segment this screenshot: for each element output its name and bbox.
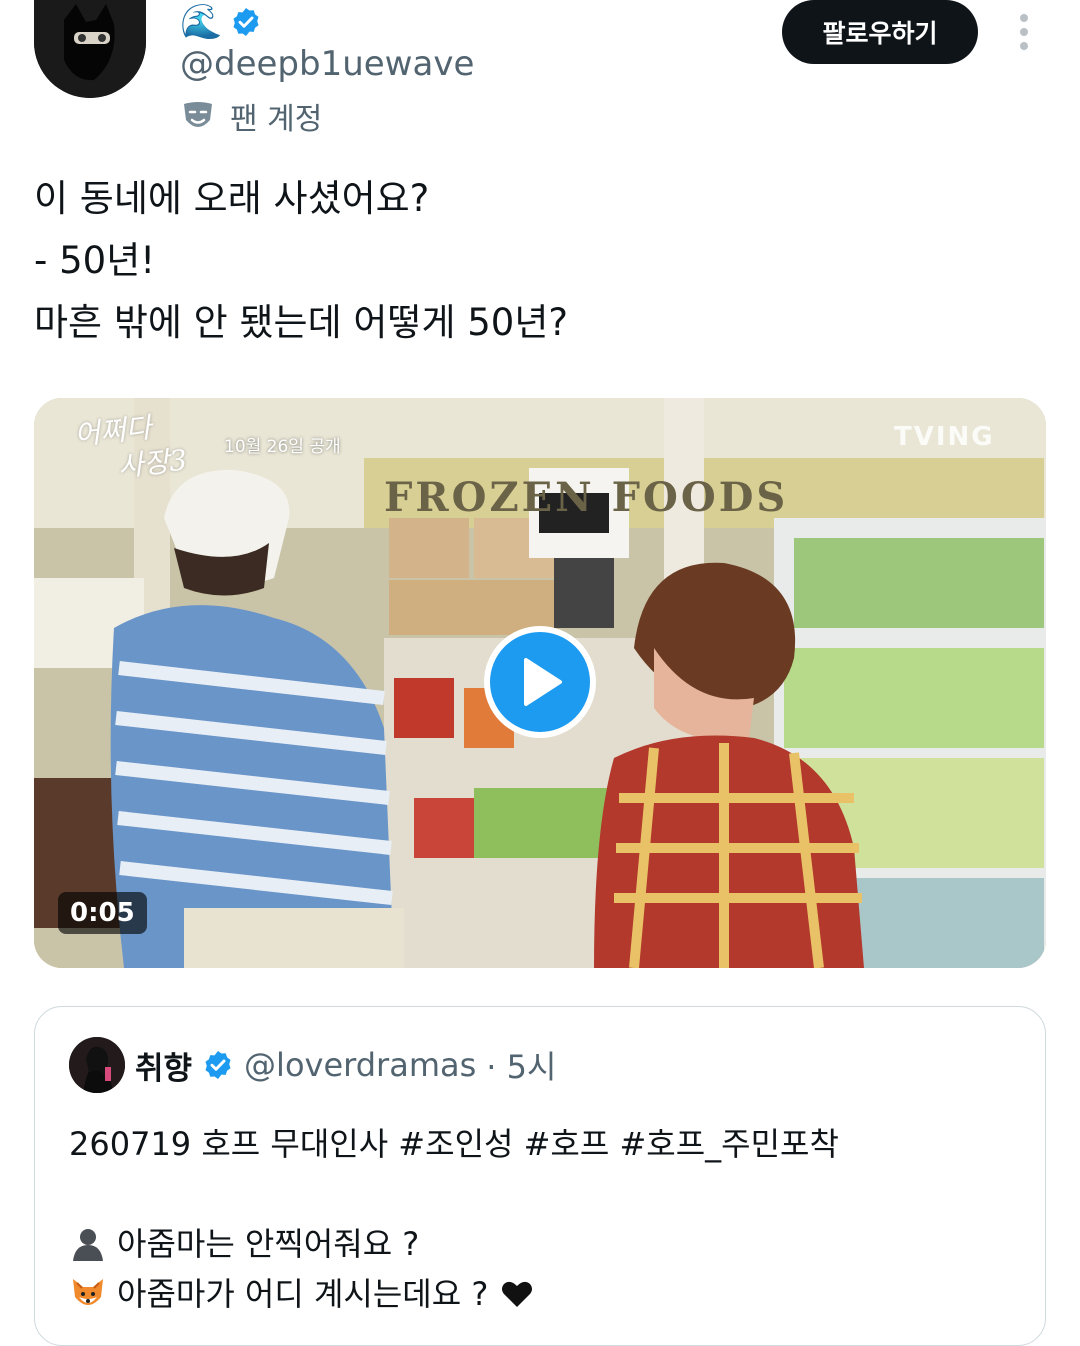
- quoted-line-text: 아줌마는 안찍어줘요 ?: [117, 1225, 420, 1263]
- quoted-line: 260719 호프 무대인사 #조인성 #호프 #호프_주민포착: [69, 1119, 1019, 1169]
- video-duration: 0:05: [58, 892, 147, 934]
- quoted-author-name[interactable]: 취향: [135, 1043, 192, 1088]
- quoted-author-avatar[interactable]: [69, 1037, 125, 1093]
- store-sign: FROZEN FOODS: [384, 474, 789, 521]
- quoted-tweet-time[interactable]: · 5시: [486, 1042, 556, 1088]
- quoted-tweet-text: 260719 호프 무대인사 #조인성 #호프 #호프_주민포착 아줌마는 안찍…: [69, 1119, 1019, 1319]
- verified-badge-icon: [233, 8, 259, 36]
- quoted-author-handle[interactable]: @loverdramas: [244, 1046, 476, 1084]
- more-options-icon[interactable]: [1008, 8, 1040, 56]
- video-player[interactable]: FROZEN FOODS 어쩌다 사장3 10월 26일 공개 TVING 0:…: [34, 398, 1046, 968]
- show-title-overlay: 어쩌다 사장3: [73, 406, 189, 489]
- quoted-line: 아줌마가 어디 계시는데요 ?: [69, 1269, 1019, 1319]
- author-avatar[interactable]: [34, 0, 146, 98]
- person-silhouette-icon: [73, 1229, 103, 1261]
- quoted-tweet-header: 취향 @loverdramas · 5시: [69, 1037, 556, 1093]
- quoted-line-text: 260719 호프 무대인사 #조인성 #호프 #호프_주민포착: [69, 1125, 839, 1163]
- fox-face-icon: [73, 1279, 103, 1305]
- fan-account-badge: 팬 계정: [180, 94, 322, 138]
- release-date-overlay: 10월 26일 공개: [224, 437, 341, 457]
- theater-mask-icon: [184, 102, 212, 127]
- quoted-line: 아줌마는 안찍어줘요 ?: [69, 1219, 1019, 1269]
- heart-icon: [502, 1281, 533, 1307]
- play-icon: [524, 658, 562, 706]
- fan-account-label: 팬 계정: [230, 102, 323, 137]
- verified-badge-icon: [205, 1051, 231, 1079]
- quoted-line-blank: [69, 1169, 1019, 1219]
- quoted-line-text: 아줌마가 어디 계시는데요 ?: [117, 1275, 489, 1313]
- author-display-name[interactable]: 🌊: [180, 2, 222, 42]
- tweet-text: 이 동네에 오래 사셨어요? - 50년! 마흔 밖에 안 됐는데 어떻게 50…: [34, 168, 1034, 354]
- author-name-row: 🌊: [180, 2, 262, 42]
- quoted-tweet-card[interactable]: 취향 @loverdramas · 5시 260719 호프 무대인사 #조인성…: [34, 1006, 1046, 1346]
- follow-button[interactable]: 팔로우하기: [782, 0, 978, 64]
- tweet-line: - 50년!: [34, 239, 156, 282]
- tweet-line: 마흔 밖에 안 됐는데 어떻게 50년?: [34, 301, 569, 344]
- tweet-line: 이 동네에 오래 사셨어요?: [34, 177, 430, 220]
- play-button[interactable]: [484, 626, 596, 738]
- broadcaster-logo: TVING: [894, 422, 995, 452]
- author-handle[interactable]: @deepb1uewave: [180, 44, 474, 84]
